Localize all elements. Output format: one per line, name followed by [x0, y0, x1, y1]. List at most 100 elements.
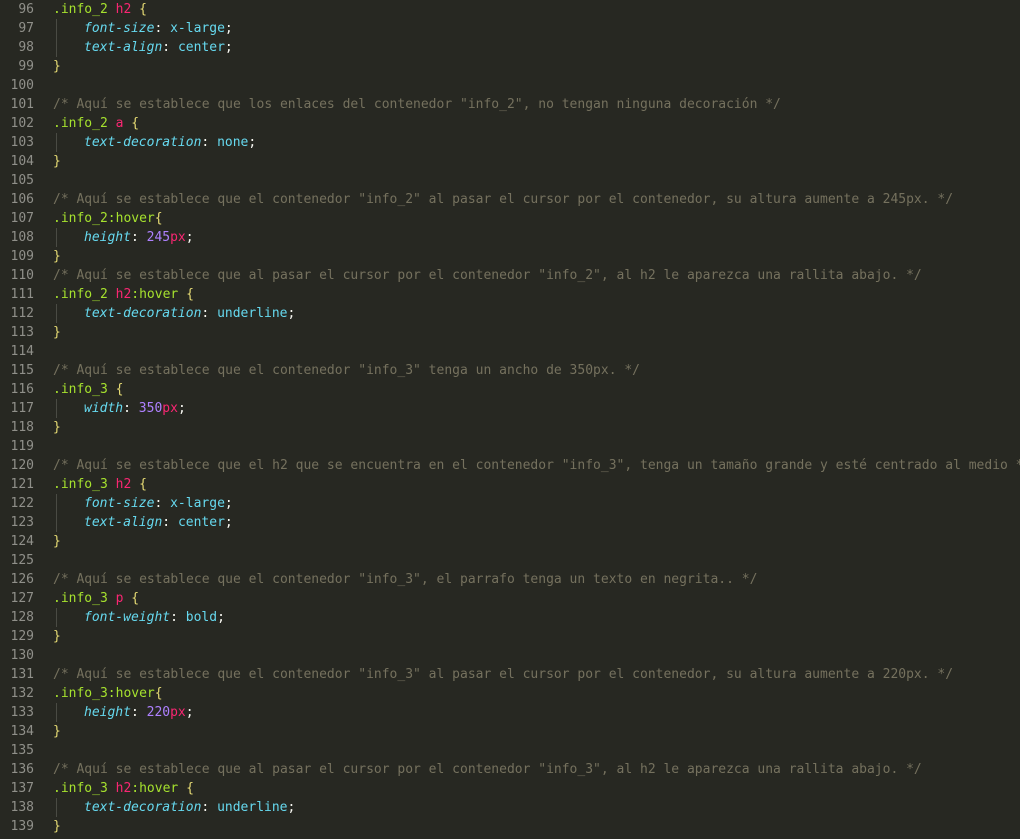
code-line[interactable]: 125: [0, 551, 1020, 570]
code-line[interactable]: 128 font-weight: bold;: [0, 608, 1020, 627]
token-brace: {: [131, 591, 140, 606]
token-sel: :hover: [131, 287, 179, 302]
line-number: 132: [10, 686, 34, 701]
code-line[interactable]: 119: [0, 437, 1020, 456]
code-line[interactable]: 134}: [0, 722, 1020, 741]
token-val: center: [177, 515, 225, 530]
code-text: }: [53, 247, 61, 266]
line-number: 129: [10, 629, 34, 644]
code-line[interactable]: 116 .info_3 {: [0, 380, 1020, 399]
line-number: 106: [10, 192, 34, 207]
code-line[interactable]: 99}: [0, 57, 1020, 76]
token-punc: ;: [185, 230, 194, 245]
code-text: .info_3 h2 {: [53, 475, 147, 494]
code-text: .info_3:hover{: [53, 684, 163, 703]
line-number: 139: [10, 819, 34, 834]
code-line[interactable]: 127 .info_3 p {: [0, 589, 1020, 608]
token-cmt: /* Aquí se establece que el contenedor "…: [53, 363, 640, 378]
code-line[interactable]: 124}: [0, 532, 1020, 551]
token-punc: :: [162, 515, 178, 530]
code-line[interactable]: 133 height: 220px;: [0, 703, 1020, 722]
code-line[interactable]: 129}: [0, 627, 1020, 646]
code-line[interactable]: 96 .info_2 h2 {: [0, 0, 1020, 19]
token-punc: ;: [224, 21, 233, 36]
line-number: 133: [10, 705, 34, 720]
code-line[interactable]: 131 /* Aquí se establece que el contenedo…: [0, 665, 1020, 684]
code-line[interactable]: 109}: [0, 247, 1020, 266]
token-punc: ;: [224, 496, 233, 511]
token-tag: h2: [115, 477, 132, 492]
token-punc: :: [130, 705, 147, 720]
token-cmt: /* Aquí se establece que el h2 que se en…: [53, 458, 1020, 473]
code-line[interactable]: 114: [0, 342, 1020, 361]
token-brace: }: [53, 724, 61, 739]
code-text: /* Aquí se establece que los enlaces del…: [53, 95, 781, 114]
code-line[interactable]: 138 text-decoration: underline;: [0, 798, 1020, 817]
token-prop: text-align: [84, 40, 163, 55]
token-brace: {: [139, 477, 147, 492]
code-line[interactable]: 103 text-decoration: none;: [0, 133, 1020, 152]
token-sel: .info_2: [53, 2, 116, 17]
line-number: 113: [10, 325, 34, 340]
code-text: height: 220px;: [53, 703, 194, 722]
code-line[interactable]: 130: [0, 646, 1020, 665]
token-unit: px: [170, 705, 186, 720]
token-cmt: /* Aquí se establece que el contenedor "…: [53, 572, 758, 587]
token-brace: }: [53, 249, 61, 264]
code-line[interactable]: 108 height: 245px;: [0, 228, 1020, 247]
code-line[interactable]: 111 .info_2 h2:hover {: [0, 285, 1020, 304]
code-line[interactable]: 126 /* Aquí se establece que el contenedo…: [0, 570, 1020, 589]
line-number: 103: [10, 135, 34, 150]
code-line[interactable]: 112 text-decoration: underline;: [0, 304, 1020, 323]
line-number: 96: [18, 2, 34, 17]
code-line[interactable]: 136 /* Aquí se establece que al pasar el …: [0, 760, 1020, 779]
token-val: underline: [217, 800, 288, 815]
code-line[interactable]: 106 /* Aquí se establece que el contenedo…: [0, 190, 1020, 209]
token-punc: :: [201, 306, 218, 321]
line-number: 107: [10, 211, 34, 226]
code-line[interactable]: 120 /* Aquí se establece que el h2 que se…: [0, 456, 1020, 475]
code-editor[interactable]: 96 .info_2 h2 {97 font-size: x-large; 98 tex…: [0, 0, 1020, 839]
token-punc: ;: [185, 705, 194, 720]
line-number: 108: [10, 230, 34, 245]
code-line[interactable]: 97 font-size: x-large;: [0, 19, 1020, 38]
code-text: /* Aquí se establece que al pasar el cur…: [53, 760, 922, 779]
code-line[interactable]: 135: [0, 741, 1020, 760]
token-punc: ;: [217, 610, 225, 625]
code-line[interactable]: 104}: [0, 152, 1020, 171]
token-punc: :: [154, 21, 171, 36]
code-line[interactable]: 139}: [0, 817, 1020, 836]
code-line[interactable]: 137 .info_3 h2:hover {: [0, 779, 1020, 798]
line-number: 123: [10, 515, 34, 530]
token-sel: .info_3: [53, 591, 116, 606]
code-line[interactable]: 100: [0, 76, 1020, 95]
code-line[interactable]: 117 width: 350px;: [0, 399, 1020, 418]
token-brace: }: [53, 325, 61, 340]
token-brace: }: [53, 534, 61, 549]
token-num: 350: [138, 401, 163, 416]
line-number: 125: [10, 553, 34, 568]
code-line[interactable]: 122 font-size: x-large;: [0, 494, 1020, 513]
code-text: }: [53, 817, 61, 836]
code-line[interactable]: 101 /* Aquí se establece que los enlaces …: [0, 95, 1020, 114]
code-line[interactable]: 118}: [0, 418, 1020, 437]
code-line[interactable]: 115 /* Aquí se establece que el contenedo…: [0, 361, 1020, 380]
code-line[interactable]: 107 .info_2:hover{: [0, 209, 1020, 228]
token-prop: font-size: [84, 21, 155, 36]
code-line[interactable]: 102 .info_2 a {: [0, 114, 1020, 133]
code-text: width: 350px;: [53, 399, 186, 418]
code-text: text-align: center;: [53, 513, 233, 532]
code-line[interactable]: 132 .info_3:hover{: [0, 684, 1020, 703]
code-line[interactable]: 110 /* Aquí se establece que al pasar el …: [0, 266, 1020, 285]
code-text: .info_2 h2:hover {: [53, 285, 194, 304]
code-text: font-weight: bold;: [53, 608, 225, 627]
code-line[interactable]: 123 text-align: center;: [0, 513, 1020, 532]
token-punc: :: [154, 496, 171, 511]
code-text: text-decoration: none;: [53, 133, 256, 152]
code-line[interactable]: 113}: [0, 323, 1020, 342]
code-line[interactable]: 98 text-align: center;: [0, 38, 1020, 57]
token-brace: }: [53, 819, 61, 834]
token-sel: .info_2:hover: [53, 211, 155, 226]
code-line[interactable]: 105: [0, 171, 1020, 190]
code-line[interactable]: 121 .info_3 h2 {: [0, 475, 1020, 494]
